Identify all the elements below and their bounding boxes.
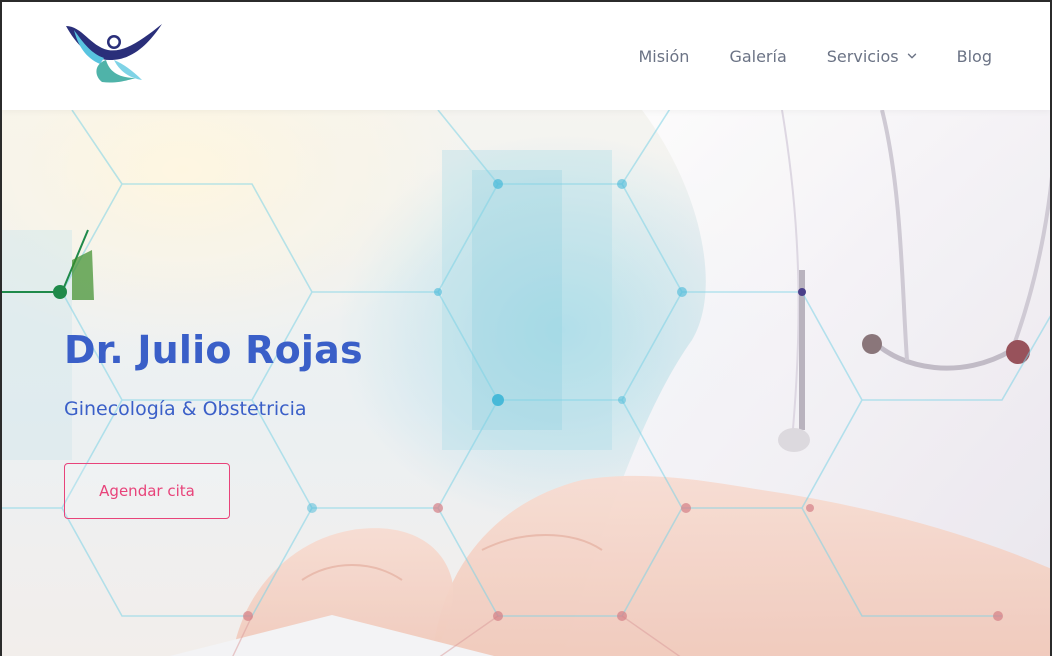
nav-item-label: Misión: [638, 46, 690, 66]
nav-item-blog[interactable]: Blog: [957, 47, 992, 66]
main-nav: Misión Galería Servicios Blog: [598, 2, 992, 110]
browser-viewport: Misión Galería Servicios Blog Dr. Julio …: [0, 0, 1052, 656]
hero-subtitle: Ginecología & Obstetricia: [64, 398, 307, 420]
hero-background-image: [2, 110, 1050, 656]
hero-section: Dr. Julio Rojas Ginecología & Obstetrici…: [2, 110, 1050, 656]
chevron-down-icon: [907, 53, 916, 59]
schedule-appointment-button[interactable]: Agendar cita: [64, 463, 230, 519]
nav-item-label: Blog: [956, 46, 992, 66]
hero-title: Dr. Julio Rojas: [64, 328, 363, 372]
logo[interactable]: [64, 20, 164, 86]
nav-item-label: Galería: [729, 46, 787, 66]
nav-item-servicios[interactable]: Servicios: [827, 47, 917, 66]
nav-item-mision[interactable]: Misión: [638, 47, 689, 66]
nav-item-label: Servicios: [826, 46, 899, 66]
nav-item-galeria[interactable]: Galería: [729, 47, 786, 66]
cta-label: Agendar cita: [99, 482, 195, 500]
site-header: Misión Galería Servicios Blog: [2, 2, 1050, 110]
